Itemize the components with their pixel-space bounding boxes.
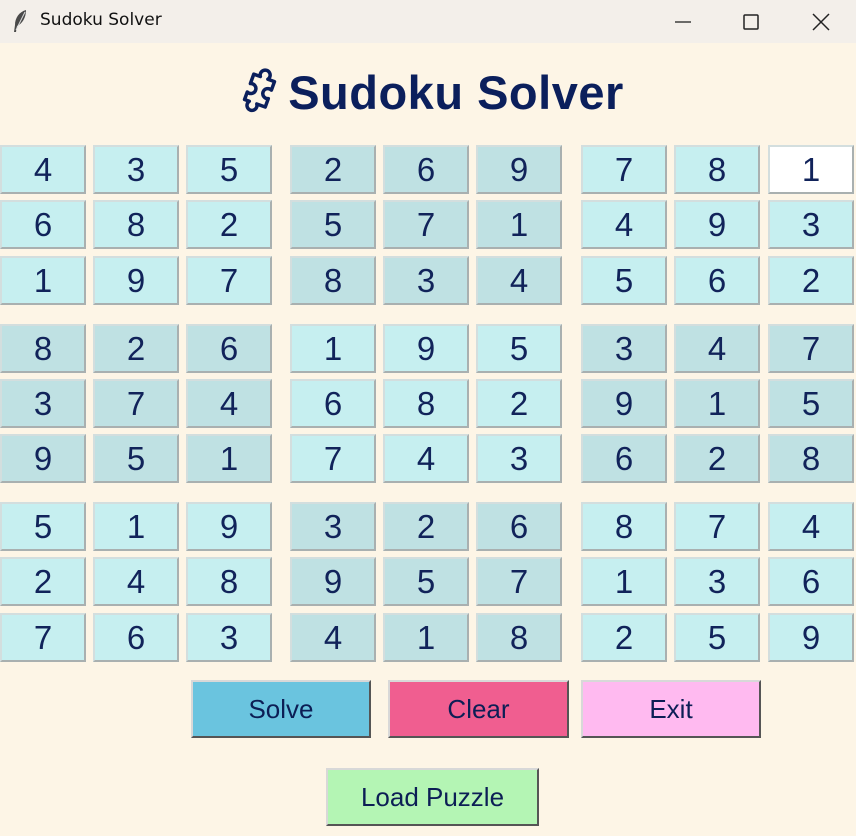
sudoku-cell-r7-c1[interactable]: 5 (0, 502, 86, 551)
sudoku-cell-r9-c7[interactable]: 2 (581, 613, 667, 662)
sudoku-cell-r1-c5[interactable]: 6 (383, 145, 469, 194)
window-title: Sudoku Solver (40, 10, 162, 30)
sudoku-cell-r2-c4[interactable]: 5 (290, 200, 376, 249)
sudoku-cell-r4-c4[interactable]: 1 (290, 324, 376, 373)
sudoku-cell-r6-c7[interactable]: 6 (581, 434, 667, 483)
sudoku-cell-r6-c2[interactable]: 5 (93, 434, 179, 483)
minimize-button[interactable] (648, 0, 718, 43)
close-button[interactable] (786, 0, 856, 43)
sudoku-cell-r8-c7[interactable]: 1 (581, 557, 667, 606)
sudoku-cell-r9-c8[interactable]: 5 (674, 613, 760, 662)
sudoku-cell-r4-c8[interactable]: 4 (674, 324, 760, 373)
sudoku-cell-r2-c3[interactable]: 2 (186, 200, 272, 249)
sudoku-cell-r2-c8[interactable]: 9 (674, 200, 760, 249)
sudoku-cell-r2-c6[interactable]: 1 (476, 200, 562, 249)
maximize-icon (743, 13, 759, 30)
page-title: Sudoku Solver (288, 65, 624, 119)
sudoku-cell-r1-c9[interactable]: 1 (768, 145, 854, 194)
sudoku-cell-r5-c6[interactable]: 2 (476, 379, 562, 428)
title-bar: Sudoku Solver (0, 0, 856, 43)
sudoku-cell-r5-c1[interactable]: 3 (0, 379, 86, 428)
exit-button[interactable]: Exit (581, 680, 761, 738)
sudoku-cell-r9-c1[interactable]: 7 (0, 613, 86, 662)
sudoku-cell-r6-c9[interactable]: 8 (768, 434, 854, 483)
sudoku-cell-r5-c5[interactable]: 8 (383, 379, 469, 428)
sudoku-cell-r4-c9[interactable]: 7 (768, 324, 854, 373)
load-puzzle-button[interactable]: Load Puzzle (326, 768, 539, 826)
sudoku-cell-r2-c9[interactable]: 3 (768, 200, 854, 249)
sudoku-cell-r8-c2[interactable]: 4 (93, 557, 179, 606)
sudoku-cell-r1-c4[interactable]: 2 (290, 145, 376, 194)
sudoku-cell-r7-c6[interactable]: 6 (476, 502, 562, 551)
minimize-icon (675, 20, 691, 23)
sudoku-cell-r2-c7[interactable]: 4 (581, 200, 667, 249)
sudoku-cell-r9-c6[interactable]: 8 (476, 613, 562, 662)
maximize-button[interactable] (716, 0, 786, 43)
sudoku-cell-r5-c2[interactable]: 7 (93, 379, 179, 428)
sudoku-cell-r7-c3[interactable]: 9 (186, 502, 272, 551)
sudoku-cell-r5-c8[interactable]: 1 (674, 379, 760, 428)
sudoku-cell-r8-c6[interactable]: 7 (476, 557, 562, 606)
sudoku-cell-r3-c9[interactable]: 2 (768, 256, 854, 305)
sudoku-cell-r5-c4[interactable]: 6 (290, 379, 376, 428)
sudoku-cell-r9-c9[interactable]: 9 (768, 613, 854, 662)
sudoku-cell-r1-c1[interactable]: 4 (0, 145, 86, 194)
sudoku-cell-r3-c5[interactable]: 3 (383, 256, 469, 305)
sudoku-cell-r4-c5[interactable]: 9 (383, 324, 469, 373)
sudoku-cell-r3-c1[interactable]: 1 (0, 256, 86, 305)
clear-button[interactable]: Clear (388, 680, 569, 738)
solve-button[interactable]: Solve (191, 680, 371, 738)
close-icon (812, 12, 830, 31)
app-header: Sudoku Solver (0, 62, 856, 122)
sudoku-cell-r4-c2[interactable]: 2 (93, 324, 179, 373)
sudoku-cell-r7-c9[interactable]: 4 (768, 502, 854, 551)
sudoku-cell-r1-c2[interactable]: 3 (93, 145, 179, 194)
sudoku-cell-r8-c9[interactable]: 6 (768, 557, 854, 606)
sudoku-cell-r2-c1[interactable]: 6 (0, 200, 86, 249)
sudoku-cell-r9-c3[interactable]: 3 (186, 613, 272, 662)
sudoku-cell-r8-c1[interactable]: 2 (0, 557, 86, 606)
sudoku-cell-r5-c3[interactable]: 4 (186, 379, 272, 428)
sudoku-cell-r2-c2[interactable]: 8 (93, 200, 179, 249)
sudoku-cell-r3-c7[interactable]: 5 (581, 256, 667, 305)
sudoku-cell-r6-c1[interactable]: 9 (0, 434, 86, 483)
sudoku-cell-r8-c8[interactable]: 3 (674, 557, 760, 606)
sudoku-cell-r1-c3[interactable]: 5 (186, 145, 272, 194)
sudoku-cell-r8-c3[interactable]: 8 (186, 557, 272, 606)
sudoku-cell-r7-c5[interactable]: 2 (383, 502, 469, 551)
sudoku-cell-r3-c4[interactable]: 8 (290, 256, 376, 305)
sudoku-cell-r1-c6[interactable]: 9 (476, 145, 562, 194)
sudoku-cell-r3-c3[interactable]: 7 (186, 256, 272, 305)
sudoku-cell-r4-c1[interactable]: 8 (0, 324, 86, 373)
sudoku-cell-r8-c5[interactable]: 5 (383, 557, 469, 606)
sudoku-cell-r4-c3[interactable]: 6 (186, 324, 272, 373)
sudoku-cell-r7-c8[interactable]: 7 (674, 502, 760, 551)
sudoku-cell-r3-c6[interactable]: 4 (476, 256, 562, 305)
sudoku-cell-r1-c8[interactable]: 8 (674, 145, 760, 194)
sudoku-cell-r5-c9[interactable]: 5 (768, 379, 854, 428)
sudoku-cell-r1-c7[interactable]: 7 (581, 145, 667, 194)
sudoku-cell-r9-c4[interactable]: 4 (290, 613, 376, 662)
sudoku-cell-r6-c5[interactable]: 4 (383, 434, 469, 483)
feather-icon (11, 9, 29, 33)
sudoku-cell-r8-c4[interactable]: 9 (290, 557, 376, 606)
sudoku-cell-r7-c7[interactable]: 8 (581, 502, 667, 551)
sudoku-cell-r6-c6[interactable]: 3 (476, 434, 562, 483)
sudoku-cell-r6-c8[interactable]: 2 (674, 434, 760, 483)
sudoku-cell-r5-c7[interactable]: 9 (581, 379, 667, 428)
sudoku-cell-r3-c2[interactable]: 9 (93, 256, 179, 305)
sudoku-cell-r9-c2[interactable]: 6 (93, 613, 179, 662)
sudoku-cell-r4-c7[interactable]: 3 (581, 324, 667, 373)
sudoku-cell-r9-c5[interactable]: 1 (383, 613, 469, 662)
sudoku-cell-r7-c2[interactable]: 1 (93, 502, 179, 551)
sudoku-cell-r3-c8[interactable]: 6 (674, 256, 760, 305)
sudoku-cell-r4-c6[interactable]: 5 (476, 324, 562, 373)
puzzle-piece-icon (243, 68, 277, 113)
sudoku-cell-r7-c4[interactable]: 3 (290, 502, 376, 551)
sudoku-cell-r6-c4[interactable]: 7 (290, 434, 376, 483)
sudoku-cell-r6-c3[interactable]: 1 (186, 434, 272, 483)
sudoku-cell-r2-c5[interactable]: 7 (383, 200, 469, 249)
